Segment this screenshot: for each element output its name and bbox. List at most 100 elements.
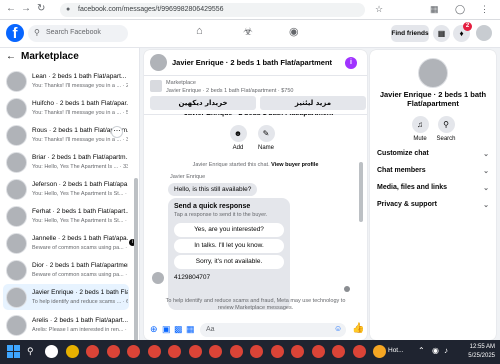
- chrome-icon[interactable]: [148, 345, 161, 358]
- bell-icon: ♫: [411, 116, 429, 133]
- image-icon[interactable]: ▣: [162, 324, 171, 335]
- view-buyer-profile-link[interactable]: View buyer profile: [271, 162, 318, 168]
- quick-response-card: Send a quick response Tap a response to …: [168, 198, 290, 310]
- conversation-name: Dior · 2 beds 1 bath Flat/apartment: [32, 262, 128, 269]
- weather-text[interactable]: Hot...: [388, 347, 404, 354]
- conversation-item-active[interactable]: Javier Enrique · 2 beds 1 bath Fla... To…: [3, 284, 129, 310]
- gaming-icon[interactable]: ◉: [289, 25, 299, 38]
- back-arrow-icon[interactable]: ←: [6, 51, 16, 62]
- menu-grid-icon[interactable]: ▦: [433, 25, 450, 42]
- info-icon[interactable]: i: [345, 57, 357, 69]
- groups-icon[interactable]: ☣: [243, 25, 253, 38]
- customize-chat-section[interactable]: Customize chat ⌄: [377, 150, 489, 158]
- avatar: [6, 152, 27, 173]
- clock[interactable]: 12:55 AM 5/25/2025: [455, 343, 495, 361]
- conversation-item[interactable]: Jannelle · 2 beds 1 bath Flat/apa... Bew…: [3, 230, 136, 256]
- mute-button[interactable]: ♫ Mute: [408, 116, 432, 142]
- chrome-icon[interactable]: [291, 345, 304, 358]
- message-bubble: Hello, is this still available?: [168, 183, 258, 196]
- search-icon[interactable]: ⚲: [27, 346, 34, 357]
- sticker-icon[interactable]: ▩: [174, 324, 183, 335]
- quick-reply-button[interactable]: In talks. I'll let you know.: [174, 239, 284, 253]
- extensions-icon[interactable]: ▦: [430, 4, 439, 15]
- find-friends-button[interactable]: Find friends: [391, 25, 429, 42]
- windows-start-icon[interactable]: [7, 345, 21, 359]
- search-input[interactable]: ⚲ Search Facebook: [28, 25, 128, 42]
- back-icon[interactable]: ←: [6, 3, 16, 14]
- task-view-icon[interactable]: [45, 345, 58, 358]
- chevron-down-icon: ⌄: [483, 151, 489, 158]
- marketplace-sidebar: ← Marketplace Lean · 2 beds 1 bath Flat/a…: [0, 48, 140, 358]
- search-icon: ⚲: [34, 28, 40, 37]
- chrome-icon[interactable]: [168, 345, 181, 358]
- chevron-down-icon: ⌄: [483, 185, 489, 192]
- chrome-icon[interactable]: [332, 345, 345, 358]
- gif-icon[interactable]: ▦: [186, 324, 195, 335]
- privacy-support-section[interactable]: Privacy & support ⌄: [377, 201, 489, 209]
- chrome-icon[interactable]: [189, 345, 202, 358]
- conversation-item[interactable]: Rous · 2 beds 1 bath Flat/apartm... You:…: [3, 122, 129, 148]
- conversation-name: Jeferson · 2 beds 1 bath Flat/apa...: [32, 181, 128, 188]
- listing-action-button-right[interactable]: مزيد ليئنيز: [260, 96, 366, 110]
- listing-price[interactable]: Javier Enrique · 2 beds 1 bath Flat/apar…: [166, 88, 361, 94]
- chat-panel: Javier Enrique · 2 beds 1 bath Flat/apar…: [144, 50, 367, 340]
- conversation-item[interactable]: Ferhat · 2 beds 1 bath Flat/apart... You…: [3, 203, 129, 229]
- conversation-preview: You: Hello, Yes The Apartment Is St... ·…: [32, 218, 128, 224]
- file-explorer-icon[interactable]: [66, 345, 79, 358]
- address-bar[interactable]: ● facebook.com/messages/t/99699828064295…: [60, 3, 365, 17]
- chrome-icon[interactable]: [107, 345, 120, 358]
- avatar[interactable]: [418, 58, 448, 88]
- chat-scrollbar[interactable]: [359, 162, 363, 222]
- quick-reply-button[interactable]: Yes, are you interested?: [174, 223, 284, 237]
- listing-thumbnail[interactable]: [150, 80, 162, 92]
- conversation-item[interactable]: Dior · 2 beds 1 bath Flat/apartment Bewa…: [3, 257, 129, 283]
- chrome-icon[interactable]: [230, 345, 243, 358]
- search-icon: ⚲: [437, 116, 455, 133]
- quick-reply-button[interactable]: Sorry, it's not available.: [174, 255, 284, 269]
- star-icon[interactable]: ☆: [375, 4, 383, 15]
- search-button[interactable]: ⚲ Search: [434, 116, 458, 142]
- chrome-icon[interactable]: [209, 345, 222, 358]
- wifi-icon[interactable]: ◉: [432, 346, 439, 355]
- conversation-item[interactable]: Lean · 2 beds 1 bath Flat/apart... You: …: [3, 68, 129, 94]
- volume-icon[interactable]: ♪: [444, 346, 448, 355]
- conversation-item[interactable]: Huifcho · 2 beds 1 bath Flat/apar... You…: [3, 95, 129, 121]
- conversation-item[interactable]: Briar · 2 beds 1 bath Flat/apartm... You…: [3, 149, 129, 175]
- conversation-item[interactable]: Jeferson · 2 beds 1 bath Flat/apa... You…: [3, 176, 129, 202]
- more-icon[interactable]: ⋮: [480, 4, 489, 15]
- sidebar-title: ← Marketplace: [6, 51, 79, 62]
- weather-icon[interactable]: [373, 345, 386, 358]
- message-composer: ⊕ ▣ ▩ ▦ Aa ☺ 👍: [144, 321, 367, 340]
- conversation-options-icon[interactable]: ⋯: [111, 126, 123, 138]
- listing-action-button-left[interactable]: خريدار ديکهين: [150, 96, 256, 110]
- site-info-icon[interactable]: ●: [66, 6, 70, 13]
- home-icon[interactable]: ⌂: [196, 25, 203, 37]
- conversation-item[interactable]: Arelis · 2 beds 1 bath Flat/apart... Are…: [3, 312, 129, 338]
- conversation-preview: You: Hello, Yes The Apartment Is St... ·…: [32, 191, 128, 197]
- facebook-header: f ⚲ Search Facebook ⌂ ☣ ◉ Find friends ▦…: [0, 20, 500, 48]
- name-button[interactable]: ✎ Name: [254, 125, 278, 151]
- message-input[interactable]: Aa: [200, 323, 346, 337]
- chrome-icon[interactable]: [312, 345, 325, 358]
- chrome-icon[interactable]: [353, 345, 366, 358]
- add-button[interactable]: ☻ Add: [226, 125, 250, 151]
- facebook-logo[interactable]: f: [6, 24, 24, 42]
- chrome-icon[interactable]: [127, 345, 140, 358]
- chat-members-section[interactable]: Chat members ⌄: [377, 167, 489, 175]
- reload-icon[interactable]: ↻: [37, 3, 45, 14]
- media-files-links-section[interactable]: Media, files and links ⌄: [377, 184, 489, 192]
- account-avatar[interactable]: [475, 24, 493, 42]
- sidebar-scrollbar[interactable]: [134, 178, 138, 358]
- chat-title[interactable]: Javier Enrique · 2 beds 1 bath Flat/apar…: [172, 58, 332, 67]
- forward-icon[interactable]: →: [21, 3, 31, 14]
- like-icon[interactable]: 👍: [352, 323, 364, 334]
- avatar: [6, 179, 27, 200]
- chrome-icon[interactable]: [250, 345, 263, 358]
- avatar[interactable]: [150, 54, 167, 71]
- system-tray-icon[interactable]: ⌃: [418, 346, 425, 355]
- chrome-icon[interactable]: [86, 345, 99, 358]
- emoji-icon[interactable]: ☺: [334, 324, 342, 333]
- plus-circle-icon[interactable]: ⊕: [150, 324, 158, 335]
- chrome-icon[interactable]: [271, 345, 284, 358]
- profile-icon[interactable]: ◯: [455, 4, 465, 15]
